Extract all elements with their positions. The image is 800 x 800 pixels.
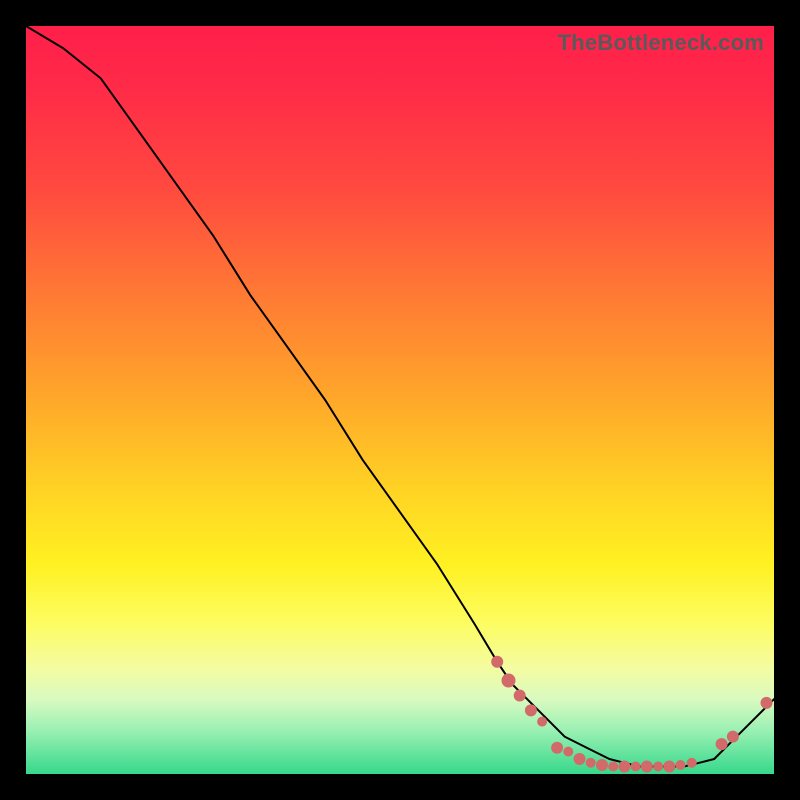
curve-marker [525, 704, 537, 716]
curve-marker [537, 717, 547, 727]
curve-marker [502, 674, 516, 688]
curve-marker [761, 697, 773, 709]
bottleneck-curve-line [26, 26, 774, 767]
curve-marker [727, 731, 739, 743]
chart-svg [26, 26, 774, 774]
curve-marker [663, 761, 675, 773]
curve-marker [596, 759, 608, 771]
curve-marker [586, 758, 596, 768]
curve-marker [676, 760, 686, 770]
curve-marker [608, 762, 618, 772]
curve-marker [563, 747, 573, 757]
curve-marker [653, 762, 663, 772]
curve-marker [574, 753, 586, 765]
chart-frame: TheBottleneck.com [0, 0, 800, 800]
curve-marker [618, 761, 630, 773]
curve-marker [716, 738, 728, 750]
curve-marker [641, 761, 653, 773]
curve-marker [551, 742, 563, 754]
curve-markers [491, 656, 772, 773]
curve-marker [491, 656, 503, 668]
curve-marker [631, 762, 641, 772]
curve-marker [687, 758, 697, 768]
curve-marker [514, 690, 526, 702]
chart-plot-area: TheBottleneck.com [26, 26, 774, 774]
